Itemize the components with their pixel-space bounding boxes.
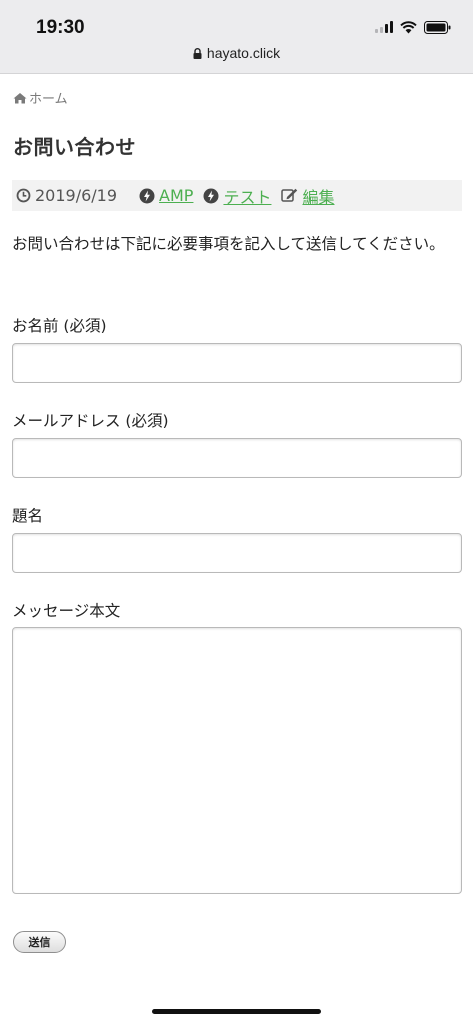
home-indicator[interactable]	[152, 1009, 321, 1014]
post-meta: 2019/6/19 AMP テスト 編集	[12, 180, 462, 211]
breadcrumb: ホーム	[13, 88, 68, 107]
address-bar[interactable]: hayato.click	[0, 45, 473, 62]
edit-link[interactable]: 編集	[302, 184, 334, 208]
wifi-icon	[400, 20, 417, 34]
subject-field[interactable]	[12, 533, 462, 573]
email-field-label: メールアドレス (必須)	[12, 412, 169, 430]
battery-icon	[424, 20, 451, 34]
page-title: お問い合わせ	[13, 135, 136, 159]
subject-field-label: 題名	[12, 507, 44, 525]
status-time: 19:30	[36, 17, 85, 38]
edit-icon	[281, 188, 298, 203]
name-field-label: お名前 (必須)	[12, 317, 107, 335]
post-date: 2019/6/19	[35, 186, 118, 205]
submit-button[interactable]: 送信	[13, 931, 66, 953]
breadcrumb-home-link[interactable]: ホーム	[29, 88, 68, 107]
intro-text: お問い合わせは下記に必要事項を記入して送信してください。	[12, 235, 445, 253]
bolt-icon	[203, 188, 219, 204]
signal-icon	[375, 21, 393, 33]
home-icon	[13, 92, 27, 104]
category-link-test[interactable]: テスト	[223, 184, 271, 208]
email-field[interactable]	[12, 438, 462, 478]
bolt-icon	[139, 188, 155, 204]
url-text: hayato.click	[206, 45, 281, 61]
clock-icon	[16, 188, 31, 203]
name-field[interactable]	[12, 343, 462, 383]
lock-icon	[193, 46, 202, 62]
message-textarea[interactable]	[12, 627, 462, 894]
category-link-amp[interactable]: AMP	[159, 186, 193, 205]
browser-top-bar: 19:30 hayato.click	[0, 0, 473, 74]
status-icons	[375, 20, 451, 34]
message-field-label: メッセージ本文	[12, 602, 121, 620]
